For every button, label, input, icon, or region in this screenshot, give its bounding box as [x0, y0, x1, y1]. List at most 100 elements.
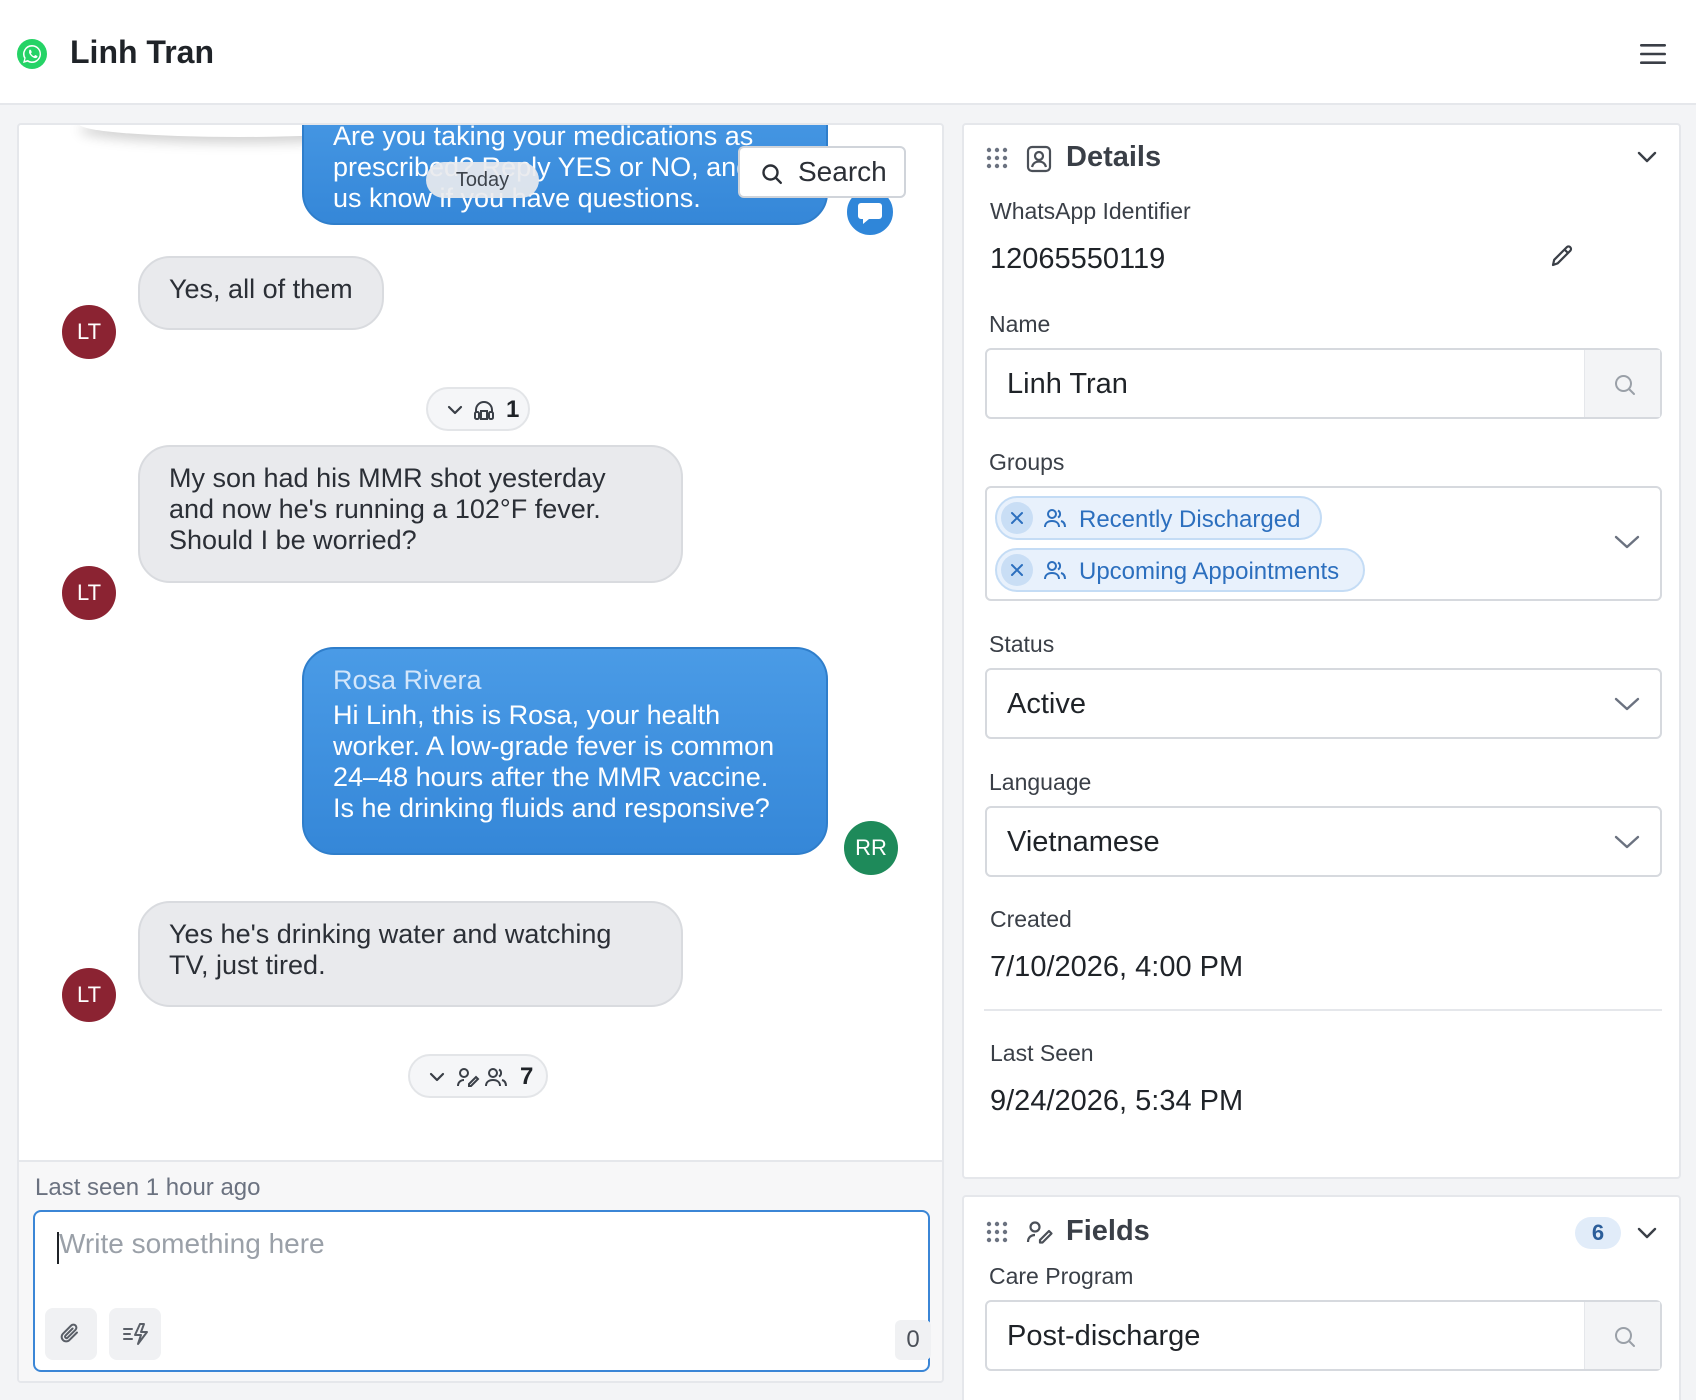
whatsapp-identifier-label: WhatsApp Identifier	[990, 198, 1191, 224]
care-program-label: Care Program	[989, 1263, 1134, 1289]
field-edit-icon	[1026, 1219, 1054, 1245]
attach-file-button[interactable]	[45, 1308, 97, 1360]
avatar: LT	[62, 968, 116, 1022]
search-icon	[1615, 1327, 1635, 1347]
message-line: Are you taking your medications as	[333, 125, 754, 151]
message-composer[interactable]: Write something here 0	[33, 1210, 931, 1372]
message-line: Is he drinking fluids and responsive?	[333, 793, 770, 823]
search-label: Search	[798, 156, 887, 187]
fields-title: Fields	[1066, 1215, 1150, 1247]
top-bar: Linh Tran	[0, 0, 1696, 105]
message-line: TV, just tired.	[169, 950, 326, 980]
last-seen-label: Last Seen	[990, 1040, 1094, 1066]
avatar: RR	[844, 821, 898, 875]
message-list[interactable]: Are you taking your medications as presc…	[19, 125, 942, 1160]
chevron-down-icon	[1614, 834, 1640, 850]
drag-handle-icon[interactable]	[986, 147, 1008, 169]
avatar: LT	[62, 305, 116, 359]
created-label: Created	[990, 906, 1072, 932]
date-separator: Today	[426, 162, 539, 198]
last-seen-value: 9/24/2026, 5:34 PM	[990, 1085, 1244, 1117]
groups-multiselect[interactable]: Recently Discharged Upcoming Appointment…	[985, 486, 1662, 601]
field-edit-icon	[456, 1066, 480, 1088]
contact-name-title: Linh Tran	[70, 34, 214, 70]
message-bubble-outgoing[interactable]: Rosa Rivera Hi Linh, this is Rosa, your …	[302, 647, 828, 855]
message-line: Yes he's drinking water and watching	[169, 919, 612, 949]
status-label: Status	[989, 631, 1055, 657]
care-program-value: Post-discharge	[1007, 1320, 1201, 1352]
quick-reply-button[interactable]	[109, 1308, 161, 1360]
message-line: worker. A low-grade fever is common	[333, 731, 775, 761]
message-input[interactable]: Write something here	[59, 1228, 909, 1268]
users-icon	[1043, 559, 1067, 581]
chevron-down-icon[interactable]	[1636, 149, 1658, 165]
details-card-header[interactable]: Details	[964, 125, 1679, 189]
created-value: 7/10/2026, 4:00 PM	[990, 951, 1244, 983]
chevron-down-icon	[428, 1068, 446, 1086]
close-icon	[1011, 564, 1023, 576]
message-line: My son had his MMR shot yesterday	[169, 463, 606, 493]
chevron-down-icon	[446, 401, 464, 419]
message-line: 24–48 hours after the MMR vaccine.	[333, 762, 769, 792]
group-tag: Upcoming Appointments	[995, 548, 1365, 592]
event-count: 1	[506, 396, 520, 423]
event-summary-pill[interactable]: 7	[408, 1054, 548, 1098]
avatar: LT	[62, 566, 116, 620]
search-icon	[1615, 375, 1635, 395]
message-line: Should I be worried?	[169, 525, 417, 555]
group-tag-label: Recently Discharged	[1079, 506, 1301, 533]
last-seen-status: Last seen 1 hour ago	[35, 1174, 261, 1201]
fields-card-header[interactable]: Fields 6	[964, 1197, 1679, 1261]
group-tag-label: Upcoming Appointments	[1079, 558, 1340, 585]
users-icon	[1043, 507, 1067, 529]
language-value: Vietnamese	[1007, 826, 1160, 858]
event-summary-pill[interactable]: 1	[426, 387, 530, 431]
remove-tag-button[interactable]	[1001, 554, 1033, 586]
chevron-down-icon[interactable]	[1636, 1225, 1658, 1241]
message-bubble-incoming[interactable]: Yes, all of them	[138, 256, 384, 330]
message-line: and now he's running a 102°F fever.	[169, 494, 601, 524]
groups-label: Groups	[989, 449, 1065, 475]
message-line: prescribed? Reply YES or NO, and let	[333, 152, 788, 182]
users-icon	[484, 1066, 508, 1088]
name-value: Linh Tran	[1007, 368, 1128, 400]
message-line: us know if you have questions.	[333, 183, 701, 213]
chevron-down-icon	[1614, 696, 1640, 712]
headset-icon	[472, 399, 496, 421]
name-field[interactable]: Linh Tran	[985, 348, 1662, 419]
message-bubble-incoming[interactable]: Yes he's drinking water and watching TV,…	[138, 901, 683, 1007]
pencil-edit-icon[interactable]	[1548, 242, 1576, 270]
search-messages-button[interactable]: Search	[738, 146, 906, 198]
whatsapp-identifier-value: 12065550119	[990, 243, 1166, 275]
contact-card-icon	[1026, 145, 1052, 173]
name-label: Name	[989, 311, 1051, 337]
composer-area: Last seen 1 hour ago Write something her…	[19, 1160, 942, 1381]
name-search-button[interactable]	[1584, 350, 1660, 417]
language-select[interactable]: Vietnamese	[985, 806, 1662, 877]
event-count: 7	[520, 1063, 534, 1090]
close-icon	[1011, 512, 1023, 524]
remove-tag-button[interactable]	[1001, 502, 1033, 534]
chevron-down-icon[interactable]	[1614, 534, 1640, 550]
hamburger-menu-icon[interactable]	[1636, 36, 1672, 72]
language-label: Language	[989, 769, 1092, 795]
whatsapp-icon	[16, 38, 48, 70]
chat-panel: Are you taking your medications as presc…	[17, 123, 944, 1383]
message-bubble-incoming[interactable]: My son had his MMR shot yesterday and no…	[138, 445, 683, 583]
care-program-field[interactable]: Post-discharge	[985, 1300, 1662, 1371]
sender-name: Rosa Rivera	[333, 665, 482, 695]
message-text: Yes, all of them	[169, 274, 353, 304]
message-line: Hi Linh, this is Rosa, your health	[333, 700, 721, 730]
status-select[interactable]: Active	[985, 668, 1662, 739]
drag-handle-icon[interactable]	[986, 1221, 1008, 1243]
details-title: Details	[1066, 141, 1162, 173]
divider	[984, 1009, 1662, 1011]
fields-count-badge: 6	[1575, 1217, 1621, 1249]
search-icon	[760, 162, 784, 186]
status-value: Active	[1007, 688, 1086, 720]
character-count: 0	[895, 1320, 931, 1360]
fields-card: Fields 6 Care Program Post-discharge	[962, 1195, 1681, 1400]
details-card: Details WhatsApp Identifier 12065550119 …	[962, 123, 1681, 1179]
care-program-search-button[interactable]	[1584, 1302, 1660, 1369]
group-tag: Recently Discharged	[995, 496, 1322, 540]
